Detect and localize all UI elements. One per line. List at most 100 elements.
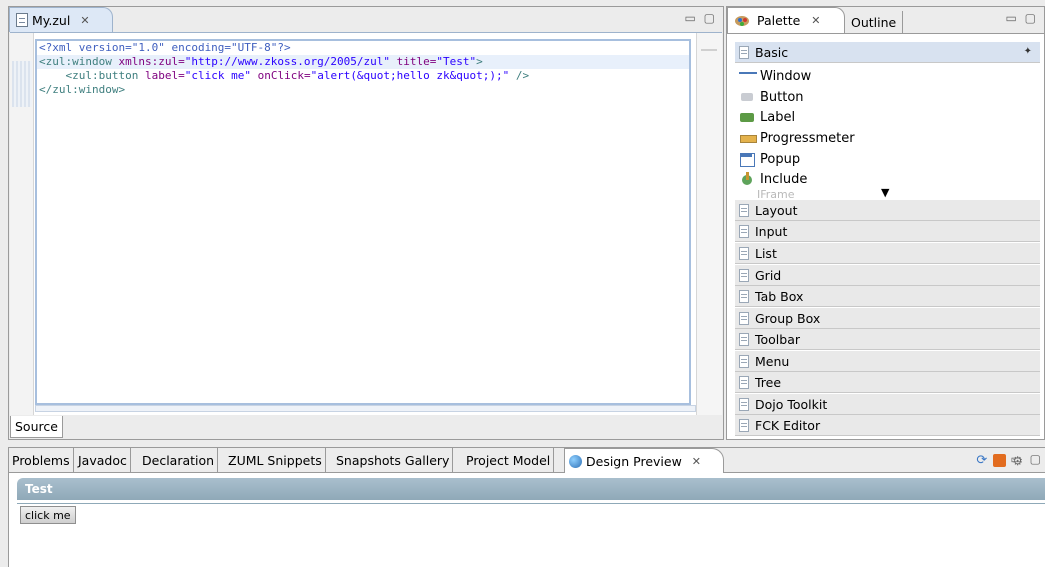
tab-my-zul-label: My.zul <box>32 12 71 28</box>
drawer-dojo-toolkit[interactable]: Dojo Toolkit <box>735 394 1040 415</box>
preview-window-title: Test <box>17 478 1045 500</box>
palette-item-label[interactable]: Label <box>739 107 795 127</box>
horizontal-scrollbar[interactable] <box>35 405 696 412</box>
bottom-views-pane: Problems Javadoc Declaration ZUML Snippe… <box>8 447 1045 567</box>
code-token: label= <box>144 69 185 82</box>
design-preview-area: Test click me <box>9 473 1045 567</box>
tab-declaration[interactable]: Declaration <box>139 448 219 473</box>
drawer-icon <box>739 268 749 282</box>
palette-item-window[interactable]: Window <box>739 66 811 86</box>
editor-tabbar: My.zul ✕ ▭ ▢ <box>9 7 723 32</box>
preview-click-me-button[interactable]: click me <box>20 506 76 524</box>
stop-icon[interactable] <box>993 454 1007 467</box>
button-icon <box>739 90 757 104</box>
drawer-grid[interactable]: Grid <box>735 265 1040 286</box>
drawer-label: Tab Box <box>755 288 804 304</box>
code-editor[interactable]: <?xml version="1.0" encoding="UTF-8"?> <… <box>35 39 691 405</box>
drawer-list[interactable]: List <box>735 243 1040 264</box>
code-line: </zul:window> <box>37 83 689 97</box>
bottom-tabbar: Problems Javadoc Declaration ZUML Snippe… <box>9 448 1045 474</box>
tab-design-preview-label: Design Preview <box>586 454 682 469</box>
tab-outline[interactable]: Outline <box>845 11 904 33</box>
code-token: <?xml version="1.0" encoding="UTF-8"?> <box>39 41 291 54</box>
palette-item-label: Label <box>760 109 796 125</box>
code-line: <zul:button label="click me" onClick="al… <box>37 69 689 83</box>
palette-item-label: Include <box>760 171 808 187</box>
palette-item-popup[interactable]: Popup <box>739 149 800 169</box>
code-token: "alert(&quot;hello zk&quot;);" <box>310 69 510 82</box>
globe-icon <box>569 455 582 468</box>
code-token: > <box>476 55 483 68</box>
drawer-toolbar[interactable]: Toolbar <box>735 329 1040 350</box>
label-icon <box>739 110 757 124</box>
drawer-label: FCK Editor <box>755 417 821 433</box>
code-token: onClick= <box>250 69 311 82</box>
popup-icon <box>739 152 757 167</box>
tab-design-preview[interactable]: Design Preview ✕ <box>564 448 725 474</box>
palette-body: Basic ✦ Window Button Label Progressmete… <box>727 33 1044 439</box>
scroll-down-arrow-icon[interactable]: ▼ <box>881 186 889 199</box>
drawer-fck-editor[interactable]: FCK Editor <box>735 415 1040 436</box>
code-token: "click me" <box>184 69 251 82</box>
tab-javadoc[interactable]: Javadoc <box>75 448 131 473</box>
minimize-maximize-icon[interactable]: ▭ ▢ <box>1006 11 1039 25</box>
drawer-label: Group Box <box>755 310 821 326</box>
palette-item-progressmeter[interactable]: Progressmeter <box>739 128 855 148</box>
close-icon[interactable]: ✕ <box>80 14 89 27</box>
drawer-tab-box[interactable]: Tab Box <box>735 286 1040 307</box>
drawer-basic[interactable]: Basic ✦ <box>735 42 1040 63</box>
drawer-input[interactable]: Input <box>735 221 1040 242</box>
tab-project-model[interactable]: Project Model <box>463 448 555 473</box>
include-icon <box>739 172 757 186</box>
drawer-menu[interactable]: Menu <box>735 351 1040 372</box>
minimize-maximize-icon[interactable]: ▭ ▢ <box>1011 452 1044 466</box>
drawer-icon <box>739 289 749 303</box>
drawer-group-box[interactable]: Group Box <box>735 308 1040 329</box>
drawer-icon <box>739 397 749 411</box>
drawer-label: Input <box>755 223 788 239</box>
drawer-label: Toolbar <box>755 331 801 347</box>
palette-tabbar: Palette ✕ Outline ▭ ▢ <box>727 7 1044 33</box>
editor-pane: My.zul ✕ ▭ ▢ <?xml version="1.0" encodin… <box>8 6 724 440</box>
code-token: <zul:window <box>39 55 119 68</box>
editor-overview-ruler <box>696 33 722 415</box>
preview-window-body <box>17 500 1045 504</box>
drawer-tree[interactable]: Tree <box>735 372 1040 393</box>
code-token: </zul:window> <box>39 83 126 96</box>
drawer-label: Layout <box>755 202 798 218</box>
close-icon[interactable]: ✕ <box>692 455 701 468</box>
tab-palette-label: Palette <box>757 13 801 28</box>
palette-item-button[interactable]: Button <box>739 87 804 107</box>
tab-problems[interactable]: Problems <box>9 448 74 473</box>
drawer-icon <box>739 311 749 325</box>
tab-snapshots-gallery[interactable]: Snapshots Gallery <box>333 448 454 473</box>
drawer-label: Tree <box>755 374 782 390</box>
editor-body: <?xml version="1.0" encoding="UTF-8"?> <… <box>10 32 722 415</box>
drawer-label: Menu <box>755 353 790 369</box>
code-token: xmlns:zul= <box>118 55 185 68</box>
tab-my-zul[interactable]: My.zul ✕ <box>9 7 113 32</box>
palette-item-iframe[interactable]: IFrame <box>757 188 795 200</box>
editor-left-ruler <box>10 33 34 415</box>
drawer-layout[interactable]: Layout <box>735 200 1040 221</box>
window-icon <box>739 72 757 74</box>
palette-item-label: Popup <box>760 151 801 167</box>
palette-item-include[interactable]: Include <box>739 169 807 189</box>
drawer-icon <box>739 418 749 432</box>
drawer-icon <box>739 354 749 368</box>
pin-icon[interactable]: ✦ <box>1024 46 1032 57</box>
drawer-icon <box>739 332 749 346</box>
refresh-icon[interactable]: ⟳ <box>976 453 987 468</box>
close-icon[interactable]: ✕ <box>811 14 820 27</box>
tab-palette[interactable]: Palette ✕ <box>727 7 845 33</box>
tab-zuml-snippets[interactable]: ZUML Snippets <box>225 448 326 473</box>
code-token: "http://www.zkoss.org/2005/zul" <box>184 55 391 68</box>
tab-source[interactable]: Source <box>10 416 63 438</box>
fold-marker <box>12 61 32 107</box>
progressmeter-icon <box>739 131 757 145</box>
palette-item-label: Progressmeter <box>760 130 855 146</box>
drawer-icon <box>739 246 749 260</box>
drawer-label: List <box>755 245 777 261</box>
minimize-maximize-icon[interactable]: ▭ ▢ <box>685 11 718 25</box>
